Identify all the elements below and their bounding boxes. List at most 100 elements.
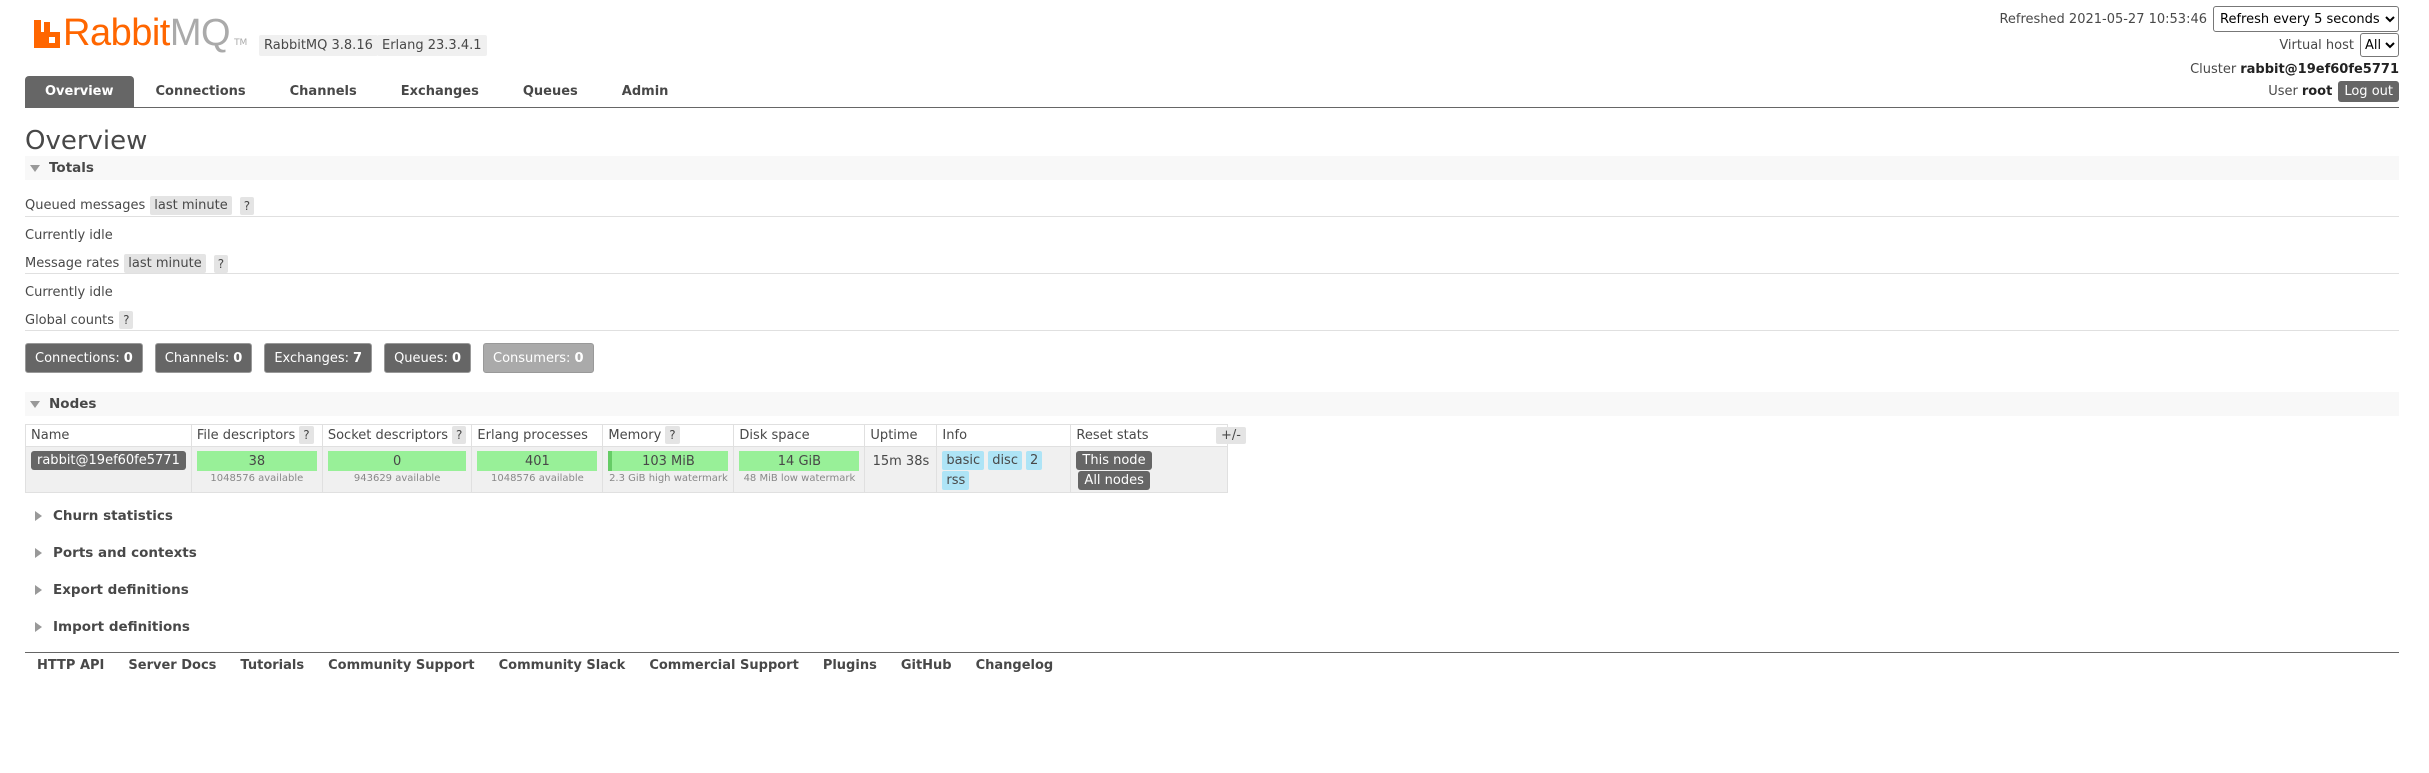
logo-text: RabbitMQ — [63, 12, 231, 54]
fd-available: 1048576 available — [210, 473, 304, 484]
fd-bar: 38 — [196, 451, 317, 471]
global-counts: Connections: 0 Channels: 0 Exchanges: 7 Que… — [25, 343, 606, 373]
nodes-title: Nodes — [49, 396, 97, 412]
section-title: Import definitions — [53, 619, 190, 635]
churn-statistics-section[interactable]: Churn statistics — [25, 504, 2399, 528]
rates-status: Currently idle — [25, 285, 113, 300]
rabbitmq-logo[interactable]: RabbitMQ TM — [34, 14, 247, 52]
message-rates-row: Message rates last minute ? — [25, 254, 229, 273]
col-socket-descriptors: Socket descriptors? — [321, 424, 473, 447]
queued-range-pill[interactable]: last minute — [150, 196, 232, 215]
help-icon[interactable]: ? — [213, 254, 229, 273]
main-tabs: Overview Connections Channels Exchanges … — [25, 76, 2399, 108]
divider — [25, 273, 2399, 274]
collapse-triangle-icon — [35, 585, 42, 595]
tab-overview[interactable]: Overview — [25, 76, 134, 107]
help-icon[interactable]: ? — [299, 426, 314, 444]
queued-messages-row: Queued messages last minute ? — [25, 196, 255, 215]
footer-link-community-slack[interactable]: Community Slack — [487, 658, 638, 673]
table-row: rabbit@19ef60fe5771 38 1048576 available… — [25, 446, 1229, 493]
fd-cell: 38 1048576 available — [190, 446, 323, 493]
disk-bar: 14 GiB — [739, 451, 860, 471]
node-name-link[interactable]: rabbit@19ef60fe5771 — [31, 451, 186, 470]
col-disk-space: Disk space — [733, 424, 866, 447]
col-reset-stats: Reset stats — [1070, 424, 1229, 447]
reset-cell: This node All nodes — [1070, 446, 1229, 493]
collapse-triangle-icon — [35, 622, 42, 632]
col-uptime: Uptime — [864, 424, 938, 447]
footer-link-community-support[interactable]: Community Support — [316, 658, 487, 673]
sockets-available: 943629 available — [353, 473, 441, 484]
col-erlang-processes: Erlang processes — [471, 424, 604, 447]
help-icon[interactable]: ? — [452, 426, 467, 444]
exchanges-count-button[interactable]: Exchanges: 7 — [264, 343, 373, 373]
ports-contexts-section[interactable]: Ports and contexts — [25, 541, 2399, 565]
vhost-select[interactable]: All — [2360, 33, 2399, 57]
refresh-controls: Refreshed 2021-05-27 10:53:46 Refresh ev… — [1999, 6, 2399, 32]
vhost-label: Virtual host — [2279, 37, 2354, 53]
message-rates-label: Message rates — [25, 256, 120, 271]
footer-links: HTTP API Server Docs Tutorials Community… — [25, 652, 2399, 673]
consumers-count-button[interactable]: Consumers: 0 — [483, 343, 594, 373]
global-counts-row: Global counts ? — [25, 311, 134, 329]
help-icon[interactable]: ? — [665, 426, 680, 444]
cluster-name: rabbit@19ef60fe5771 — [2240, 62, 2399, 77]
footer-link-server-docs[interactable]: Server Docs — [116, 658, 228, 673]
sockets-cell: 0 943629 available — [321, 446, 473, 493]
procs-available: 1048576 available — [490, 473, 584, 484]
totals-title: Totals — [49, 160, 94, 176]
vhost-controls: Virtual host All — [2279, 33, 2399, 57]
export-definitions-section[interactable]: Export definitions — [25, 578, 2399, 602]
expand-triangle-icon — [30, 164, 40, 172]
tab-connections[interactable]: Connections — [134, 76, 268, 107]
col-info: Info — [936, 424, 1072, 447]
tab-admin[interactable]: Admin — [600, 76, 691, 107]
divider — [25, 216, 2399, 217]
footer-link-tutorials[interactable]: Tutorials — [228, 658, 316, 673]
reset-this-node-button[interactable]: This node — [1076, 451, 1152, 470]
tab-channels[interactable]: Channels — [268, 76, 379, 107]
refresh-interval-select[interactable]: Refresh every 5 seconds — [2213, 6, 2399, 32]
footer-link-commercial-support[interactable]: Commercial Support — [637, 658, 811, 673]
global-counts-label: Global counts — [25, 312, 115, 328]
help-icon[interactable]: ? — [239, 196, 255, 215]
section-title: Ports and contexts — [53, 545, 197, 561]
import-definitions-section[interactable]: Import definitions — [25, 615, 2399, 639]
footer-link-github[interactable]: GitHub — [889, 658, 964, 673]
tab-queues[interactable]: Queues — [501, 76, 600, 107]
footer-link-plugins[interactable]: Plugins — [811, 658, 889, 673]
totals-section-header[interactable]: Totals — [25, 156, 2399, 180]
expand-triangle-icon — [30, 400, 40, 408]
queued-messages-label: Queued messages — [25, 198, 146, 213]
section-title: Churn statistics — [53, 508, 173, 524]
procs-cell: 401 1048576 available — [471, 446, 604, 493]
col-memory: Memory? — [602, 424, 735, 447]
tab-exchanges[interactable]: Exchanges — [379, 76, 501, 107]
col-name: Name — [25, 424, 192, 447]
info-tag-count: 2 — [1025, 451, 1043, 470]
collapse-triangle-icon — [35, 548, 42, 558]
rates-range-pill[interactable]: last minute — [124, 254, 206, 273]
column-toggle-button[interactable]: +/- — [1216, 427, 1246, 444]
collapse-triangle-icon — [35, 511, 42, 521]
reset-all-nodes-button[interactable]: All nodes — [1078, 471, 1150, 490]
help-icon[interactable]: ? — [119, 311, 134, 329]
channels-count-button[interactable]: Channels: 0 — [154, 343, 253, 373]
nodes-section-header[interactable]: Nodes — [25, 392, 2399, 416]
nodes-table: Name File descriptors? Socket descriptor… — [25, 424, 1229, 493]
connections-count-button[interactable]: Connections: 0 — [25, 343, 143, 373]
info-tag-rss: rss — [942, 471, 970, 490]
rabbit-logo-icon — [34, 20, 60, 48]
refreshed-timestamp: Refreshed 2021-05-27 10:53:46 — [1999, 11, 2207, 27]
page-title: Overview — [25, 126, 148, 156]
queues-count-button[interactable]: Queues: 0 — [384, 343, 471, 373]
section-title: Export definitions — [53, 582, 189, 598]
disk-watermark: 48 MiB low watermark — [743, 473, 856, 484]
erlang-version-badge: Erlang 23.3.4.1 — [377, 35, 487, 56]
memory-bar: 103 MiB — [608, 451, 729, 471]
sockets-bar: 0 — [327, 451, 467, 471]
footer-link-http-api[interactable]: HTTP API — [25, 658, 116, 673]
divider — [25, 330, 2399, 331]
procs-bar: 401 — [477, 451, 598, 471]
footer-link-changelog[interactable]: Changelog — [964, 658, 1066, 673]
